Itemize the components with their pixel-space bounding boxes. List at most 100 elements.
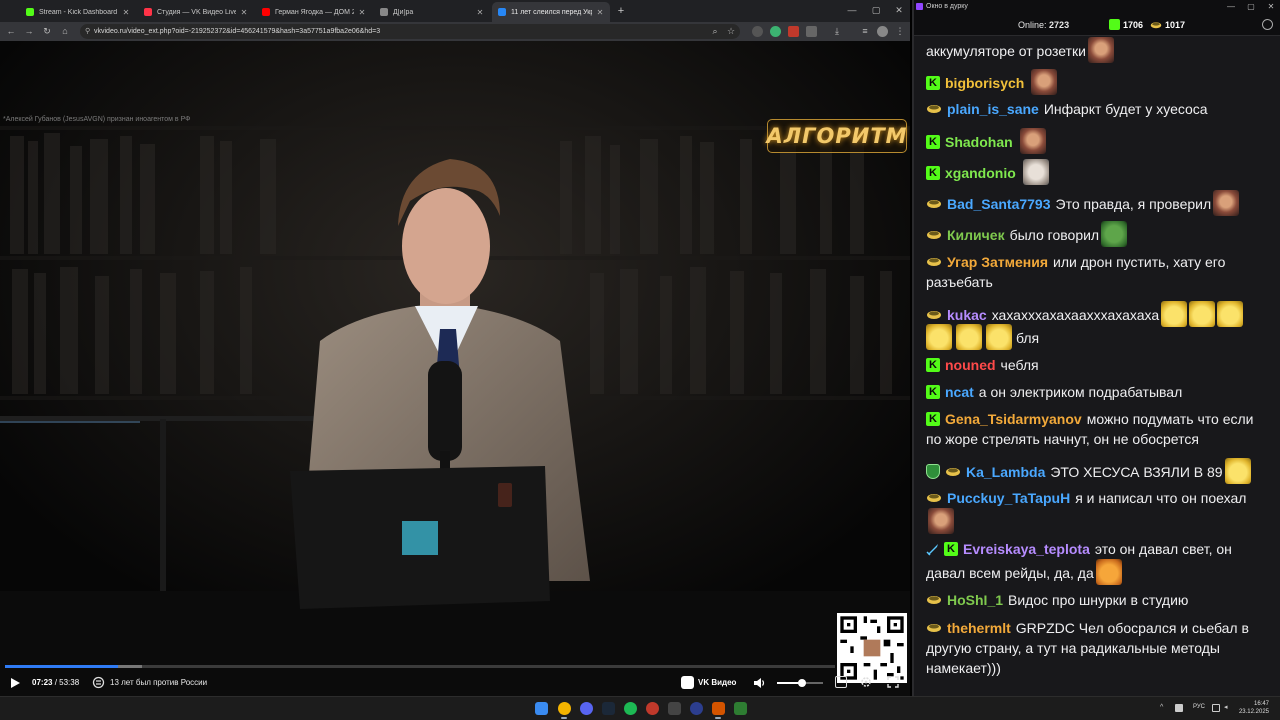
- media-player-icon[interactable]: [690, 702, 703, 715]
- face-emote-icon[interactable]: [1087, 37, 1114, 63]
- browser-menu-icon[interactable]: ⋮: [893, 24, 907, 38]
- chat-username[interactable]: bigborisych: [945, 75, 1024, 91]
- chat-settings-icon[interactable]: [1262, 19, 1273, 30]
- cat-emote-icon[interactable]: [1022, 159, 1049, 185]
- tab-youtube-german[interactable]: Герман Ягодка — ДОМ 2 и ал ✕: [256, 2, 372, 22]
- chat-message: давал всем рейды, да, да: [926, 559, 1276, 585]
- forward-icon[interactable]: →: [22, 24, 36, 38]
- chat-username[interactable]: HoShI_1: [947, 592, 1003, 608]
- input-language[interactable]: РУС: [1193, 704, 1205, 710]
- bookmark-star-icon[interactable]: ☆: [724, 24, 738, 38]
- app-icon[interactable]: [646, 702, 659, 715]
- chat-username[interactable]: kukac: [947, 307, 987, 323]
- kick-badge-icon: [926, 135, 940, 149]
- maximize-icon[interactable]: ▢: [866, 3, 886, 17]
- vk-video-logo-icon[interactable]: [681, 676, 694, 689]
- media-control-icon[interactable]: ≡: [858, 24, 872, 38]
- vk-video-label[interactable]: VK Видео: [698, 678, 736, 687]
- tab-close-icon[interactable]: ✕: [596, 8, 604, 17]
- address-bar[interactable]: ⚲ vkvideo.ru/video_ext.php?oid=-21925237…: [80, 24, 740, 39]
- chat-username[interactable]: ncat: [945, 384, 974, 400]
- volume-icon[interactable]: [752, 676, 766, 690]
- chapters-icon[interactable]: [92, 676, 105, 689]
- chat-message: Shadohan: [926, 128, 1276, 154]
- extensions-puzzle-icon[interactable]: [806, 26, 817, 37]
- tab-dira[interactable]: Д[и]ра ✕: [374, 2, 490, 22]
- fullscreen-icon[interactable]: [887, 676, 899, 688]
- extension-icon[interactable]: [788, 26, 799, 37]
- volume-knob[interactable]: [798, 679, 807, 687]
- extension-icon[interactable]: [770, 26, 781, 37]
- tab-close-icon[interactable]: ✕: [358, 8, 366, 17]
- chat-username[interactable]: Киличек: [947, 227, 1005, 243]
- chat-username[interactable]: Evreiskaya_teplota: [963, 541, 1090, 557]
- browser-toolbar: ← → ↻ ⌂ ⚲ vkvideo.ru/video_ext.php?oid=-…: [0, 22, 910, 41]
- chat-message-text: намекает))): [926, 660, 1001, 676]
- close-window-icon[interactable]: ✕: [889, 3, 909, 17]
- seek-bar[interactable]: [5, 665, 835, 668]
- chat-message: разъебать: [926, 272, 1276, 292]
- tab-kick-dashboard[interactable]: Stream - Kick Dashboard ✕: [20, 2, 136, 22]
- tray-app-icon[interactable]: [1175, 704, 1183, 712]
- chat-username[interactable]: Gena_Tsidarmyanov: [945, 411, 1082, 427]
- twitch-sub-badge-icon: [927, 311, 941, 319]
- app-icon[interactable]: [734, 702, 747, 715]
- laugh-emote-icon[interactable]: [956, 324, 982, 350]
- chat-username[interactable]: xgandonio: [945, 165, 1016, 181]
- face-emote-icon[interactable]: [1031, 69, 1058, 95]
- home-icon[interactable]: ⌂: [58, 24, 72, 38]
- steam-icon[interactable]: [602, 702, 615, 715]
- site-info-icon[interactable]: ⚲: [85, 24, 90, 39]
- spotify-icon[interactable]: [624, 702, 637, 715]
- download-icon[interactable]: ⤓: [830, 24, 844, 38]
- start-menu-icon[interactable]: [535, 702, 548, 715]
- chapter-title[interactable]: 13 лет был против России: [110, 678, 207, 687]
- fox-emote-icon[interactable]: [1095, 559, 1122, 585]
- chat-username[interactable]: plain_is_sane: [947, 101, 1039, 117]
- tab-close-icon[interactable]: ✕: [240, 8, 248, 17]
- picture-in-picture-icon[interactable]: [835, 676, 847, 688]
- close-window-icon[interactable]: ✕: [1262, 1, 1280, 13]
- maximize-icon[interactable]: ▢: [1242, 1, 1260, 13]
- laugh-emote-icon[interactable]: [986, 324, 1012, 350]
- chrome-icon[interactable]: [558, 702, 571, 715]
- clock[interactable]: 16:47 23.12.2025: [1229, 700, 1269, 716]
- new-tab-button[interactable]: +: [614, 4, 628, 18]
- chat-message: бля: [926, 324, 1276, 350]
- back-icon[interactable]: ←: [4, 24, 18, 38]
- network-icon[interactable]: [1212, 704, 1220, 712]
- chat-username[interactable]: Shadohan: [945, 134, 1013, 150]
- app-icon[interactable]: [668, 702, 681, 715]
- chat-username[interactable]: nouned: [945, 357, 996, 373]
- face-emote-icon[interactable]: [1019, 128, 1046, 154]
- pepe-emote-icon[interactable]: [1101, 221, 1128, 247]
- chat-username[interactable]: Ka_Lambda: [966, 464, 1045, 480]
- chat-username[interactable]: Pucckuy_TaTapuH: [947, 490, 1070, 506]
- settings-gear-icon[interactable]: [860, 676, 872, 688]
- video-player[interactable]: *Алексей Губанов (JesusAVGN) признан ино…: [0, 41, 910, 696]
- reload-icon[interactable]: ↻: [40, 24, 54, 38]
- face-emote-icon[interactable]: [1213, 190, 1240, 216]
- zoom-icon[interactable]: ⌕: [708, 24, 722, 38]
- profile-avatar-icon[interactable]: [877, 26, 888, 37]
- obs-icon[interactable]: [712, 702, 725, 715]
- tab-vk-video[interactable]: 11 лет слеился перед Украин ✕: [492, 2, 610, 22]
- tab-label: Stream - Kick Dashboard: [39, 8, 118, 16]
- laugh-emote-icon[interactable]: [1224, 458, 1251, 484]
- minimize-icon[interactable]: —: [842, 3, 862, 17]
- tray-overflow-icon[interactable]: ^: [1160, 704, 1168, 712]
- laugh-emote-icon[interactable]: [926, 324, 952, 350]
- chat-username[interactable]: Bad_Santa7793: [947, 196, 1051, 212]
- face-emote-icon[interactable]: [928, 508, 954, 534]
- chat-username[interactable]: thehermlt: [947, 620, 1011, 636]
- extension-icon[interactable]: [752, 26, 763, 37]
- foreign-agent-disclaimer: *Алексей Губанов (JesusAVGN) признан ино…: [3, 116, 191, 123]
- chat-username[interactable]: Угар Затмения: [947, 254, 1048, 270]
- minimize-icon[interactable]: —: [1222, 1, 1240, 13]
- volume-slider[interactable]: [777, 679, 823, 687]
- discord-icon[interactable]: [580, 702, 593, 715]
- tab-vk-studio[interactable]: Студия — VK Видео Live ✕: [138, 2, 254, 22]
- tab-close-icon[interactable]: ✕: [122, 8, 130, 17]
- tab-close-icon[interactable]: ✕: [476, 8, 484, 17]
- play-icon[interactable]: [8, 676, 22, 690]
